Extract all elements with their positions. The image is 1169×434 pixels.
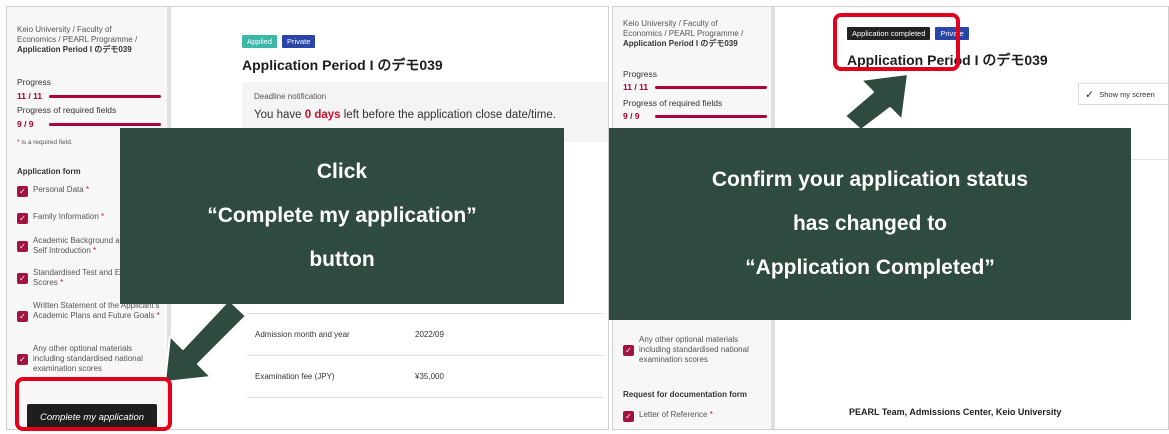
arrow-up-right-icon [844, 73, 909, 131]
complete-button-highlight [15, 377, 172, 431]
arrow-down-left-icon [164, 299, 247, 383]
instruction-callout-confirm: Confirm your application status has chan… [609, 128, 1131, 320]
status-badge-highlight [833, 13, 960, 71]
instruction-callout-click: Click “Complete my application” button [120, 128, 564, 304]
